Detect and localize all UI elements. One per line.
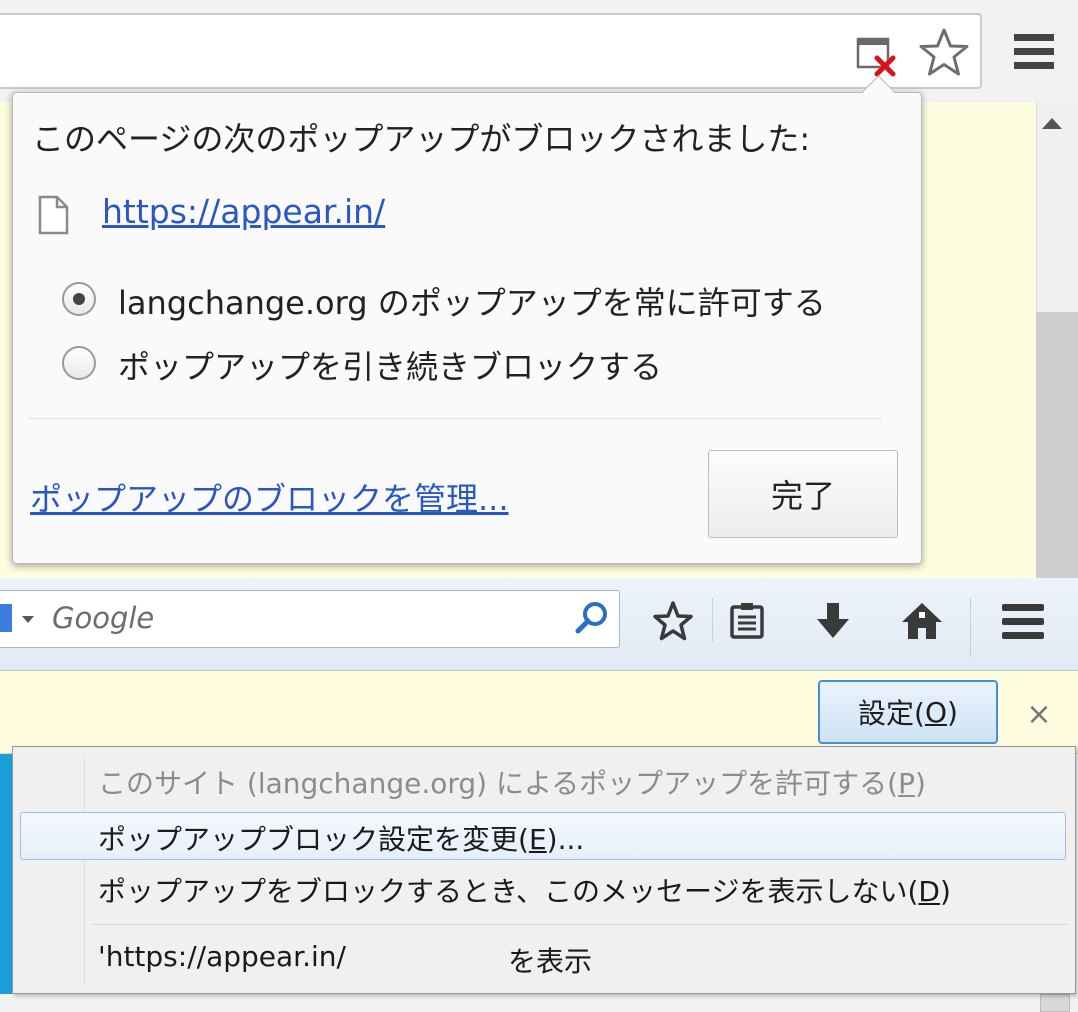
options-button[interactable]: 設定(O) [818, 680, 998, 744]
bookmark-star-icon[interactable] [916, 26, 972, 82]
radio-allow-popups[interactable] [62, 282, 96, 316]
address-bar[interactable] [0, 13, 982, 89]
radio-selected-dot [73, 293, 85, 305]
menu-item-text: ポップアップブロック設定を変更( [98, 823, 529, 856]
radio-keep-blocking[interactable] [62, 346, 96, 380]
accesskey: O [924, 695, 948, 729]
scrollbar-thumb[interactable] [1036, 312, 1078, 578]
bookmark-star-icon[interactable] [652, 600, 694, 642]
menu-item-change-settings[interactable]: ポップアップブロック設定を変更(E)... [98, 818, 584, 858]
reading-list-icon[interactable] [728, 602, 766, 640]
done-button[interactable]: 完了 [708, 450, 898, 538]
menu-item-show-popup[interactable]: 'https://appear.in/ [98, 940, 346, 973]
search-input[interactable] [52, 598, 552, 638]
menu-icon-gutter [84, 754, 85, 986]
menu-item-show-popup-suffix[interactable]: を表示 [508, 940, 592, 980]
menu-item-suffix: ) [914, 767, 926, 800]
blocked-popup-link[interactable]: https://appear.in/ [102, 192, 385, 231]
page-content-strip [0, 754, 12, 994]
scroll-up-arrow-icon[interactable] [1042, 118, 1062, 129]
magnifier-icon[interactable] [574, 600, 610, 636]
menu-item-suffix: )... [546, 823, 585, 856]
bubble-title: このページの次のポップアップがブロックされました: [32, 120, 811, 158]
radio-allow-label[interactable]: langchange.org のポップアップを常に許可する [118, 278, 826, 324]
close-icon[interactable]: × [1024, 700, 1054, 730]
radio-keep-blocking-label[interactable]: ポップアップを引き続きブロックする [118, 342, 662, 388]
chrome-menu-icon[interactable] [1014, 32, 1054, 72]
menu-item-dont-show-message[interactable]: ポップアップをブロックするとき、このメッセージを表示しない(D) [98, 870, 951, 910]
accesskey: E [528, 823, 547, 856]
engine-dropdown-icon[interactable] [22, 616, 34, 623]
firefox-menu-icon[interactable] [1002, 602, 1044, 642]
manage-popup-blocking-link[interactable]: ポップアップのブロックを管理... [30, 474, 509, 520]
accesskey: P [898, 767, 915, 800]
menu-item-text: このサイト (langchange.org) によるポップアップを許可する( [98, 767, 899, 800]
home-icon[interactable] [900, 600, 944, 642]
scrollbar-thumb[interactable] [1040, 994, 1070, 1012]
accesskey: D [918, 875, 940, 908]
page-bottom [0, 994, 1078, 1012]
bubble-divider [28, 418, 882, 419]
popup-blocked-icon[interactable] [855, 36, 899, 78]
menu-item-allow-site[interactable]: このサイト (langchange.org) によるポップアップを許可する(P) [98, 762, 926, 802]
menu-separator [92, 924, 1068, 925]
search-engine-icon[interactable] [0, 604, 12, 632]
options-button-suffix: ) [947, 695, 958, 729]
menu-item-text: ポップアップをブロックするとき、このメッセージを表示しない( [98, 875, 919, 908]
download-icon[interactable] [812, 600, 854, 642]
file-icon [38, 195, 69, 235]
menu-item-suffix: ) [939, 875, 951, 908]
toolbar-separator [970, 598, 971, 658]
toolbar-separator [712, 598, 713, 642]
options-button-label: 設定( [858, 697, 925, 730]
